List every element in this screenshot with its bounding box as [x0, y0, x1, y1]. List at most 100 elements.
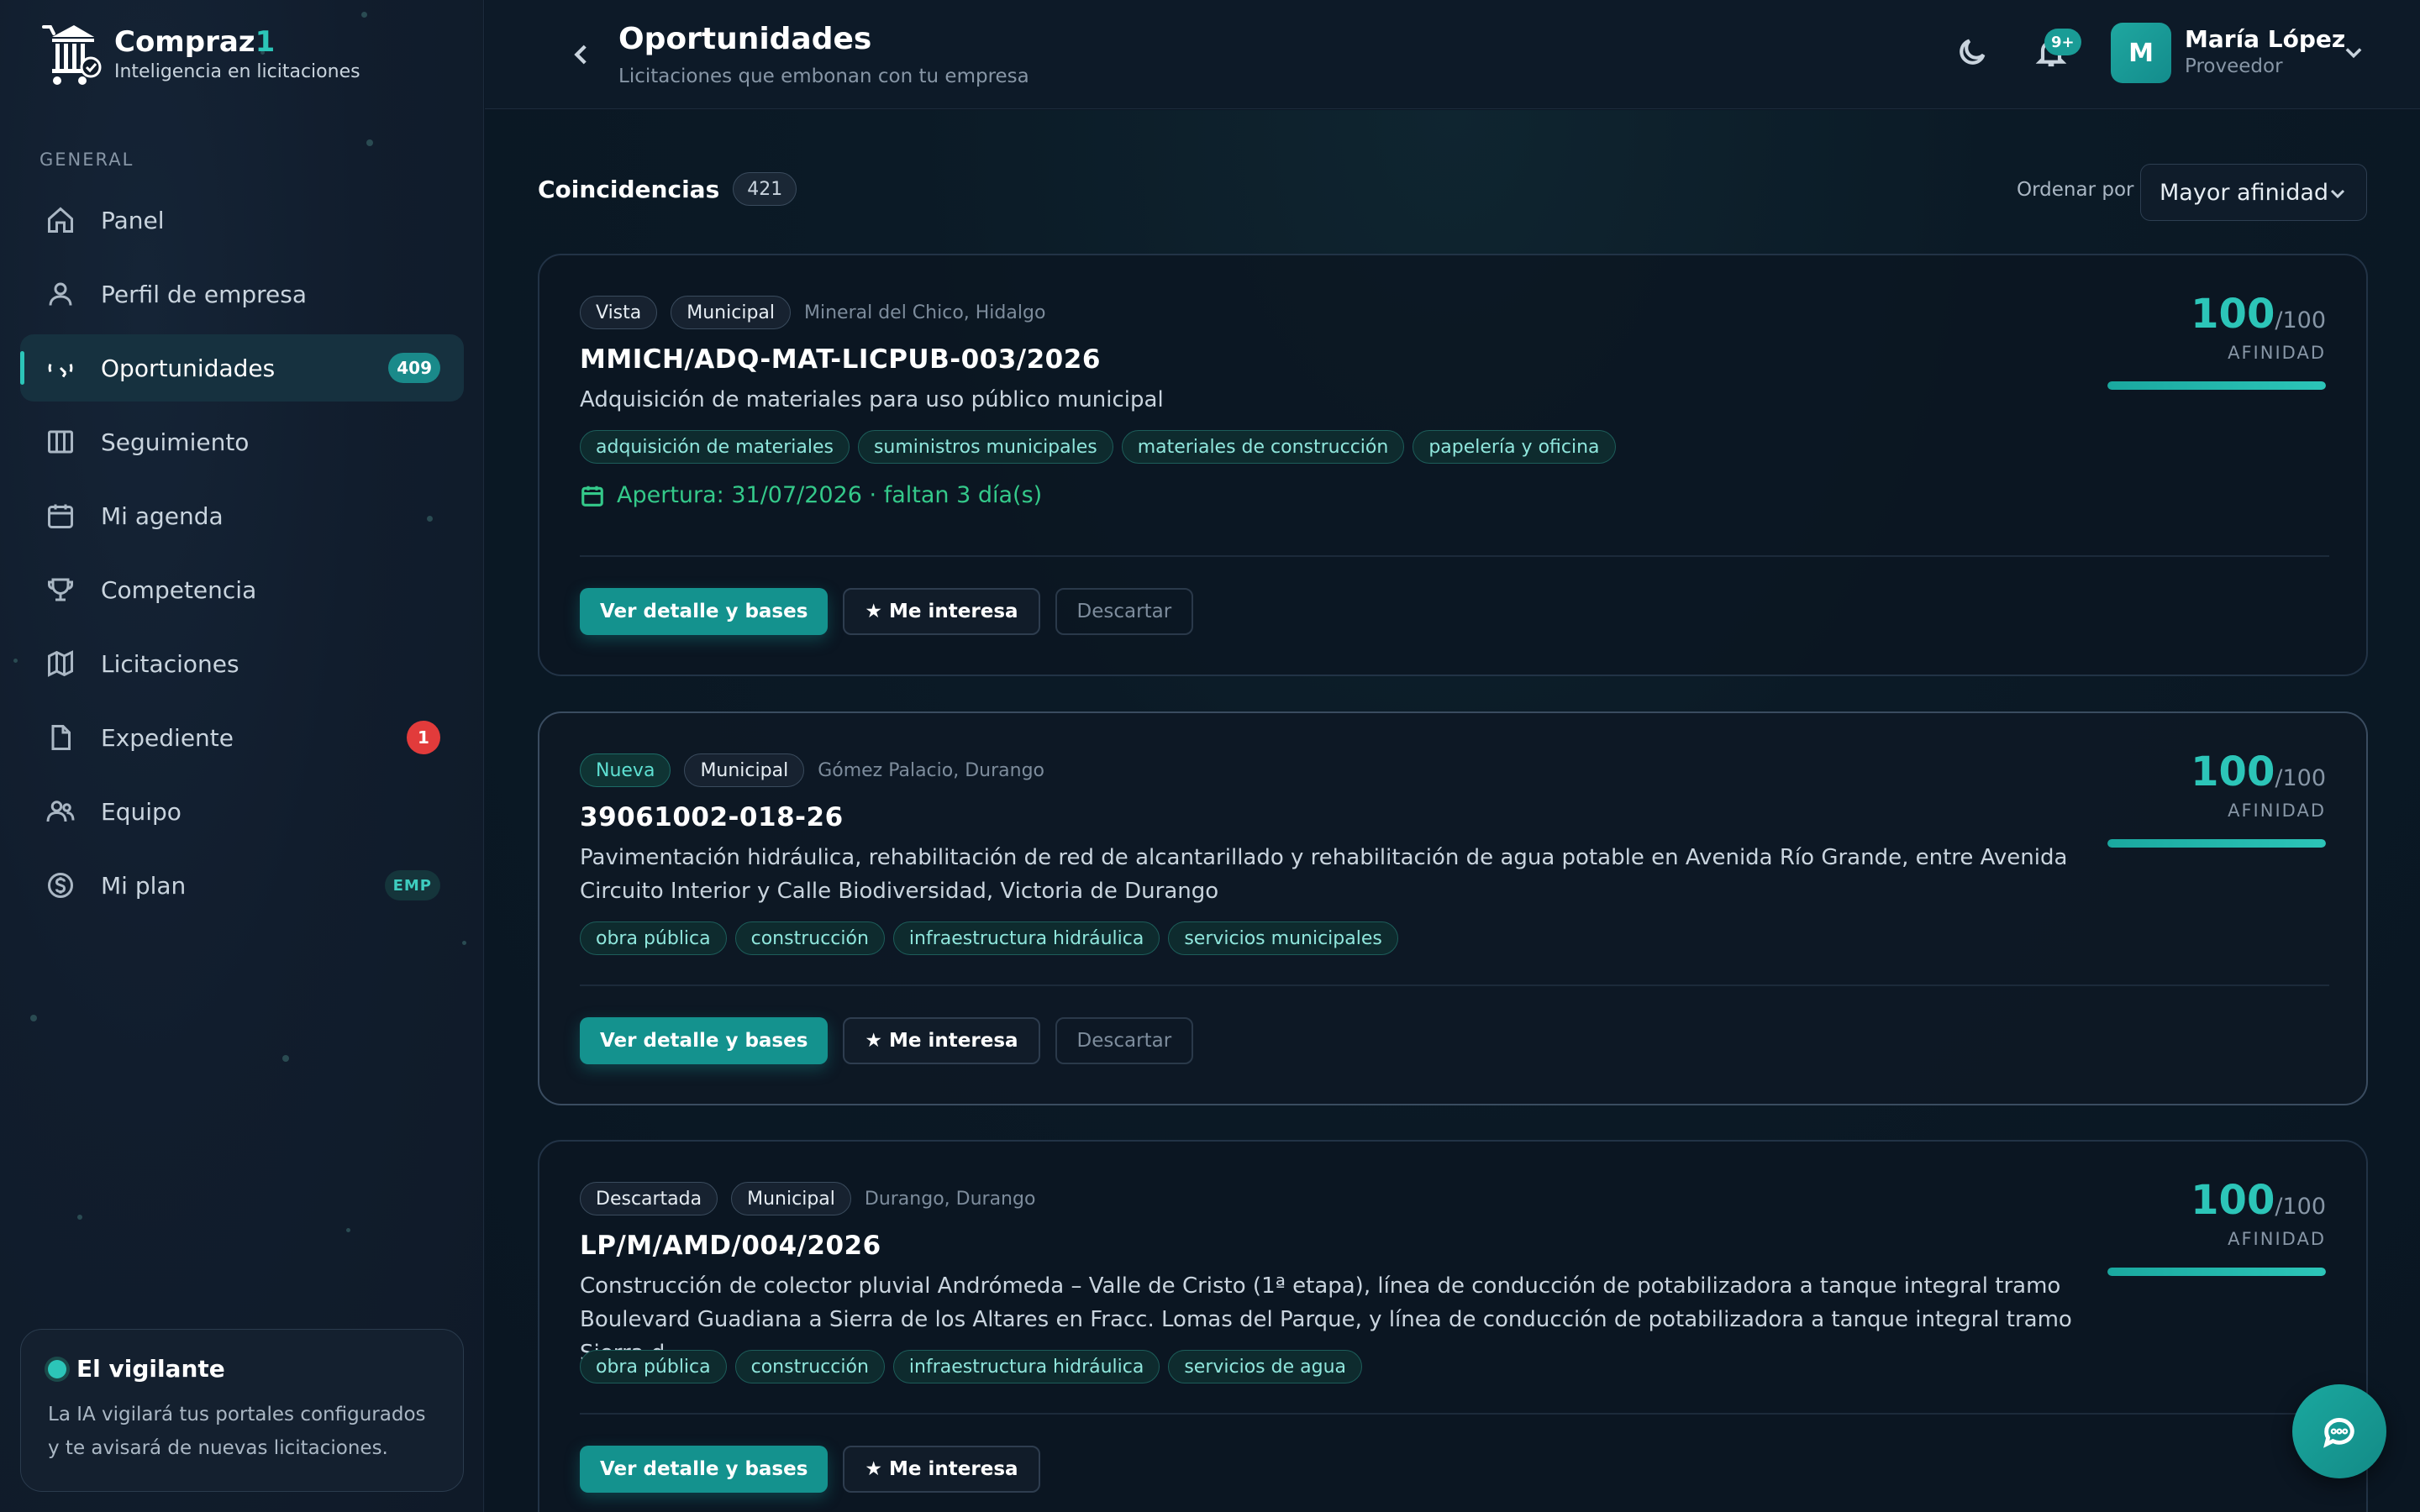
keyword-tag: construcción	[734, 921, 885, 955]
score-value: 100	[2191, 291, 2275, 338]
brand[interactable]: Compraz1 Inteligencia en licitaciones	[30, 18, 360, 91]
vigilante-panel: El vigilante La IA vigilará tus portales…	[20, 1329, 464, 1492]
tender-description: Pavimentación hidráulica, rehabilitación…	[580, 845, 2068, 904]
view-detail-button[interactable]: Ver detalle y bases	[580, 1446, 829, 1493]
sidebar-item-label: Perfil de empresa	[101, 280, 307, 308]
sidebar-item-panel[interactable]: Panel	[20, 186, 464, 254]
vigilante-text: La IA vigilará tus portales configurados…	[48, 1404, 426, 1459]
type-badge: Municipal	[684, 753, 805, 787]
order-select[interactable]: Mayor afinidad	[2140, 164, 2367, 221]
interest-button[interactable]: ★ Me interesa	[843, 588, 1040, 635]
brand-tagline: Inteligencia en licitaciones	[114, 61, 360, 83]
sidebar-item-competencia[interactable]: Competencia	[20, 556, 464, 623]
columns-icon	[44, 425, 77, 459]
location-text: Gómez Palacio, Durango	[818, 759, 1044, 781]
vigilante-title: El vigilante	[76, 1355, 225, 1383]
score-fill	[2107, 381, 2326, 390]
back-button[interactable]	[560, 34, 602, 76]
page-subtitle: Licitaciones que embonan con tu empresa	[618, 66, 1029, 87]
score-label: AFINIDAD	[2228, 343, 2326, 363]
score-fill	[2107, 1268, 2326, 1276]
trophy-icon	[44, 573, 77, 606]
brand-name: Compraz1	[114, 24, 276, 59]
discard-button[interactable]: Descartar	[1055, 1017, 1194, 1064]
affinity-score: 100/100 AFINIDAD	[2107, 1177, 2326, 1276]
tender-code[interactable]: MMICH/ADQ-MAT-LICPUB-003/2026	[580, 344, 1101, 375]
sidebar-item-equipo[interactable]: Equipo	[20, 778, 464, 845]
score-value: 100	[2191, 748, 2275, 795]
opportunity-card: Descartada Municipal Durango, Durango LP…	[538, 1140, 2368, 1512]
score-max: /100	[2275, 307, 2326, 333]
keyword-tag: infraestructura hidráulica	[892, 1350, 1160, 1383]
sidebar-item-perfil[interactable]: Perfil de empresa	[20, 260, 464, 328]
score-value: 100	[2191, 1177, 2275, 1224]
sidebar-item-seguimiento[interactable]: Seguimiento	[20, 408, 464, 475]
score-bar	[2107, 381, 2326, 390]
sidebar-item-label: Seguimiento	[101, 428, 250, 456]
sidebar-item-oportunidades[interactable]: Oportunidades 409	[20, 334, 464, 402]
main-content: Coincidencias 421 Ordenar por Mayor afin…	[485, 110, 2420, 1512]
notification-badge: 9+	[2044, 29, 2081, 55]
chat-button[interactable]	[2292, 1384, 2386, 1478]
divider	[580, 1413, 2329, 1415]
status-badge: Vista	[580, 296, 658, 329]
status-badge: Nueva	[580, 753, 671, 787]
sidebar-item-expediente[interactable]: Expediente 1	[20, 704, 464, 771]
score-max: /100	[2275, 1194, 2326, 1220]
keyword-tag: infraestructura hidráulica	[892, 921, 1160, 955]
chat-bubble-icon	[2323, 1418, 2354, 1448]
interest-button[interactable]: ★ Me interesa	[843, 1017, 1040, 1064]
affinity-score: 100/100 AFINIDAD	[2107, 291, 2326, 390]
sidebar-item-licitaciones[interactable]: Licitaciones	[20, 630, 464, 697]
avatar[interactable]: M	[2111, 23, 2171, 83]
user-menu-button[interactable]	[2342, 40, 2369, 67]
status-dot-icon	[48, 1359, 66, 1378]
location-text: Mineral del Chico, Hidalgo	[804, 302, 1046, 323]
score-bar	[2107, 839, 2326, 848]
affinity-score: 100/100 AFINIDAD	[2107, 748, 2326, 848]
score-label: AFINIDAD	[2228, 1229, 2326, 1249]
sidebar-item-label: Competencia	[101, 575, 257, 604]
user-name[interactable]: María López	[2185, 25, 2345, 53]
sidebar-item-label: Panel	[101, 206, 165, 234]
keyword-tag: materiales de construcción	[1121, 430, 1405, 464]
page-title: Oportunidades	[618, 22, 872, 56]
view-detail-button[interactable]: Ver detalle y bases	[580, 588, 829, 635]
score-bar	[2107, 1268, 2326, 1276]
apertura-text: Apertura: 31/07/2026 · faltan 3 día(s)	[617, 482, 1043, 508]
interest-button[interactable]: ★ Me interesa	[843, 1446, 1040, 1493]
sidebar-item-label: Mi agenda	[101, 501, 224, 530]
score-label: AFINIDAD	[2228, 801, 2326, 821]
divider	[580, 555, 2329, 557]
tender-code[interactable]: 39061002-018-26	[580, 802, 844, 832]
keyword-tag: adquisición de materiales	[580, 430, 850, 464]
sidebar-nav: Panel Perfil de empresa Oportunidades 40…	[20, 186, 464, 926]
keyword-tag: obra pública	[580, 921, 727, 955]
alert-badge: 1	[407, 721, 440, 754]
sidebar-item-label: Expediente	[101, 723, 234, 752]
sidebar-item-agenda[interactable]: Mi agenda	[20, 482, 464, 549]
coincidences-summary: Coincidencias 421	[538, 172, 797, 206]
plan-badge: EMP	[384, 870, 440, 900]
sidebar-item-label: Equipo	[101, 797, 182, 826]
tender-code[interactable]: LP/M/AMD/004/2026	[580, 1231, 881, 1261]
location-text: Durango, Durango	[864, 1188, 1036, 1210]
status-badge: Descartada	[580, 1182, 718, 1215]
chevron-down-icon	[2345, 48, 2362, 59]
moon-icon	[1960, 39, 1986, 65]
dollar-icon	[44, 869, 77, 902]
order-value: Mayor afinidad	[2160, 179, 2329, 206]
file-icon	[44, 721, 77, 754]
keyword-tag: papelería y oficina	[1413, 430, 1616, 464]
theme-toggle-button[interactable]	[1955, 35, 1994, 74]
calendar-icon	[44, 499, 77, 533]
users-icon	[44, 795, 77, 828]
view-detail-button[interactable]: Ver detalle y bases	[580, 1017, 829, 1064]
type-badge: Municipal	[731, 1182, 851, 1215]
keyword-tag: servicios municipales	[1168, 921, 1398, 955]
opportunity-card: Vista Municipal Mineral del Chico, Hidal…	[538, 254, 2368, 676]
keyword-tag: servicios de agua	[1168, 1350, 1363, 1383]
sidebar-item-plan[interactable]: Mi plan EMP	[20, 852, 464, 919]
discard-button[interactable]: Descartar	[1055, 588, 1194, 635]
calendar-icon	[581, 486, 603, 507]
